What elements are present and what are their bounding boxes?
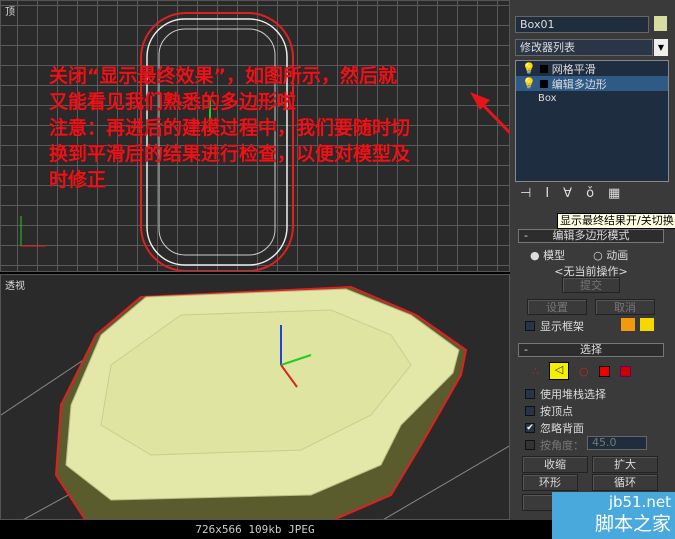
radio-model[interactable]: ● 模型 [530,247,565,263]
commit-button[interactable]: 提交 [562,277,620,293]
watermark-name: 脚本之家 [594,513,671,535]
lightbulb-icon[interactable]: 💡 [522,77,536,90]
perspective-viewport[interactable]: 透视 [0,274,510,520]
expand-icon[interactable] [539,64,548,73]
configure-sets-icon[interactable]: ▦ [608,186,620,201]
edge-icon[interactable]: ◁ [549,362,569,380]
object-color-swatch[interactable] [654,16,667,31]
cancel-button[interactable]: 取消 [595,299,655,315]
checkbox-label: 忽略背面 [540,422,584,435]
by-angle-checkbox[interactable]: 按角度： [525,437,584,453]
radio-animation[interactable]: ○ 动画 [593,247,628,263]
stack-label: Box [538,93,557,104]
rollout-title: 选择 [580,343,602,356]
checkbox[interactable] [525,321,535,331]
watermark: jb51.net 脚本之家 [552,492,675,539]
chevron-down-icon[interactable]: ▼ [654,39,668,56]
checkbox-label: 按角度： [540,439,584,452]
vertex-icon[interactable]: ∴ [532,365,539,378]
stack-toolbar: ⊣ Ⅰ ∀ ǒ ▦ [520,186,620,201]
perspective-model [1,285,509,519]
top-viewport[interactable]: 顶 关闭“显示最终效果”，如图所示，然后就 又能看见我们熟悉的多边形啦 注意：再… [0,0,510,272]
checkbox[interactable] [525,406,535,416]
stack-label: 网格平滑 [551,62,596,76]
object-name-field[interactable]: Box01 [515,16,649,33]
ignore-backfacing-checkbox[interactable]: ✔ 忽略背面 [525,420,584,436]
cage-color-swatch[interactable] [621,318,635,331]
make-unique-icon[interactable]: ∀ [563,186,572,201]
radio-label: 模型 [543,249,566,262]
cage-selected-color-swatch[interactable] [640,318,654,331]
checkbox[interactable] [525,389,535,399]
radio-label: 动画 [606,249,629,262]
annotation-line: 时修正 [49,169,107,191]
subobject-toolbar: ∴ ◁ ○ [532,362,631,380]
edit-poly-mode-rollout[interactable]: - 编辑多边形模式 [518,229,664,243]
tooltip: 显示最终结果开/关切换 [557,213,675,229]
tutorial-annotation: 关闭“显示最终效果”，如图所示，然后就 又能看见我们熟悉的多边形啦 注意：再进后… [49,63,479,193]
angle-spinner[interactable]: 45.0 [587,436,647,450]
grow-button[interactable]: 扩大 [592,456,658,473]
by-vertex-checkbox[interactable]: 按顶点 [525,403,573,419]
annotation-line: 注意：再进后的建模过程中，我们要随时切 [49,117,411,139]
stack-item-box[interactable]: Box [516,91,668,106]
image-info-bar: 726x566 109kb JPEG [0,520,510,539]
annotation-line: 又能看见我们熟悉的多边形啦 [49,91,297,113]
expand-icon[interactable] [539,79,548,88]
settings-button[interactable]: 设置 [527,299,587,315]
stack-label: 编辑多边形 [551,77,607,91]
show-cage-checkbox[interactable]: 显示框架 [525,318,584,334]
mode-radio-group: ● 模型 ○ 动画 [530,247,628,263]
checkbox-label: 显示框架 [540,320,584,333]
checkbox[interactable] [525,440,535,450]
polygon-icon[interactable] [598,365,610,377]
selection-rollout[interactable]: - 选择 [518,343,664,357]
loop-button[interactable]: 循环 [592,474,658,491]
checkbox[interactable]: ✔ [525,423,535,433]
element-icon[interactable] [619,365,631,377]
rollout-title: 编辑多边形模式 [552,229,630,242]
pin-stack-icon[interactable]: ⊣ [520,186,531,201]
modifier-stack: 💡 网格平滑 💡 编辑多边形 Box [515,60,669,182]
use-stack-selection-checkbox[interactable]: 使用堆栈选择 [525,386,606,402]
shrink-button[interactable]: 收缩 [522,456,588,473]
border-icon[interactable]: ○ [579,365,589,378]
checkbox-label: 使用堆栈选择 [540,388,606,401]
annotation-line: 换到平滑后的结果进行检查，以便对模型及 [49,143,411,165]
show-end-result-icon[interactable]: Ⅰ [545,186,549,201]
stack-item-meshsmooth[interactable]: 💡 网格平滑 [516,61,668,76]
ring-button[interactable]: 环形 [522,474,578,491]
remove-modifier-icon[interactable]: ǒ [586,186,594,201]
checkbox-label: 按顶点 [540,405,573,418]
annotation-line: 关闭“显示最终效果”，如图所示，然后就 [49,65,397,87]
watermark-url: jb51.net [608,493,671,511]
stack-item-editpoly[interactable]: 💡 编辑多边形 [516,76,668,91]
modifier-list-dropdown[interactable]: 修改器列表 [515,39,653,56]
lightbulb-icon[interactable]: 💡 [522,62,536,75]
